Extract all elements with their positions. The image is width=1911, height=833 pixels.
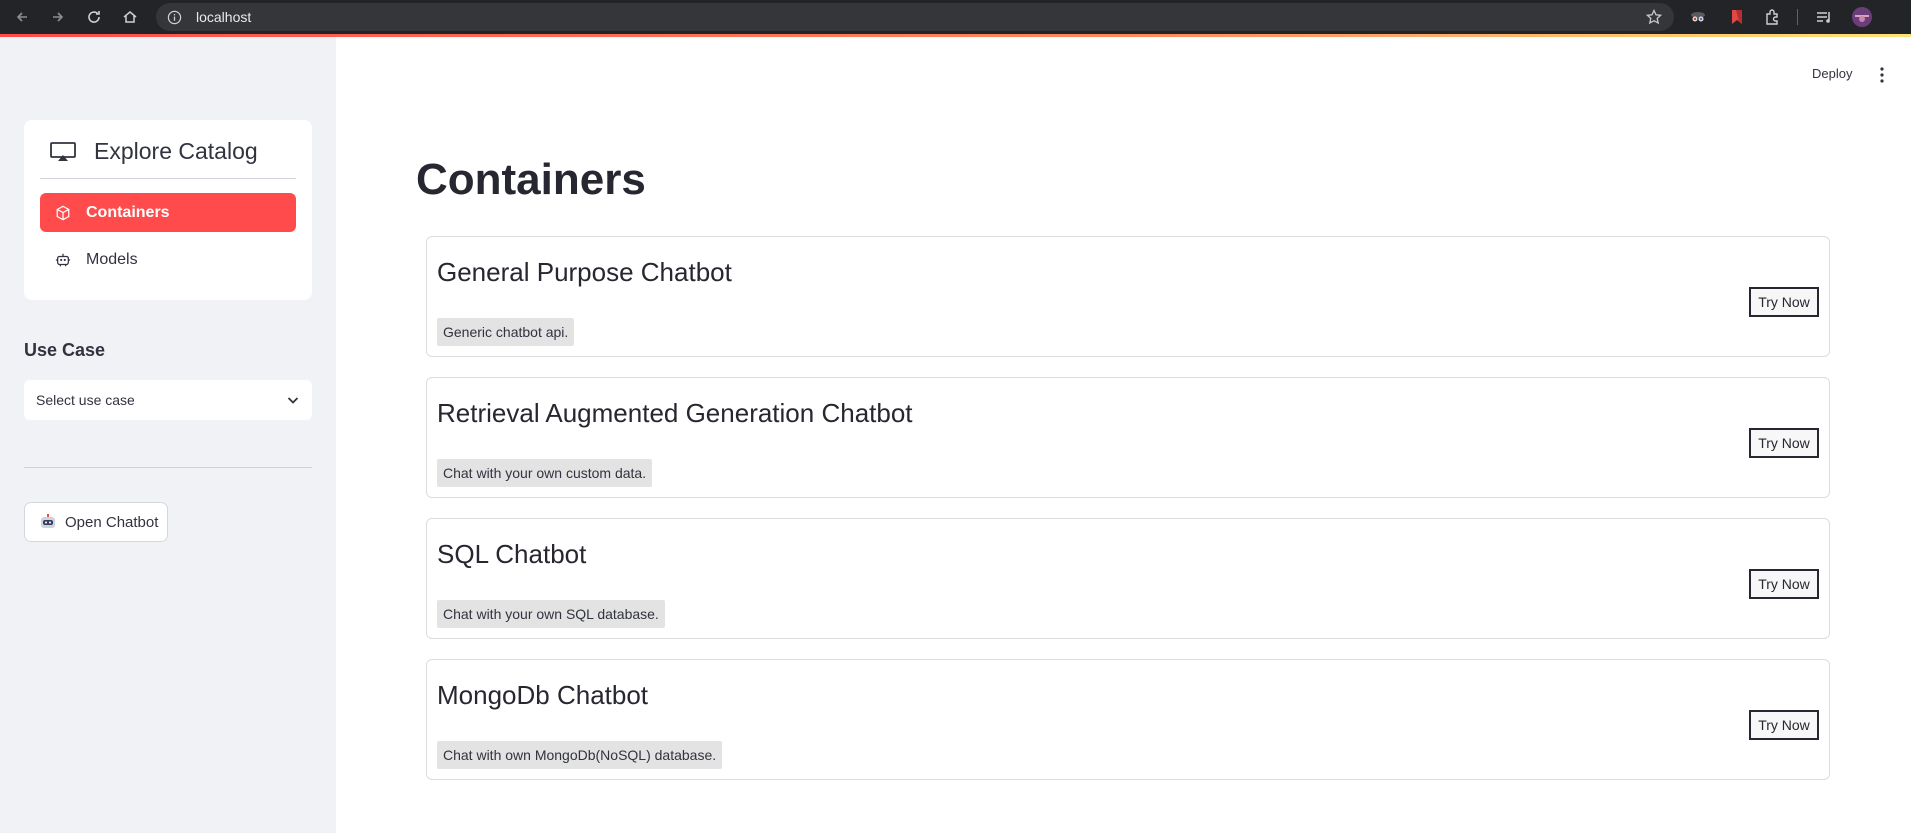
- robot-icon: [54, 251, 72, 269]
- reading-list-icon[interactable]: [1815, 8, 1833, 26]
- more-options-icon[interactable]: [1874, 66, 1890, 84]
- back-arrow-icon[interactable]: [10, 5, 34, 29]
- bookmark-star-icon[interactable]: [1645, 8, 1663, 25]
- card-title: SQL Chatbot: [437, 539, 587, 569]
- address-bar[interactable]: localhost: [156, 3, 1674, 31]
- page-title: Containers: [416, 155, 646, 204]
- container-card: Retrieval Augmented Generation Chatbot C…: [426, 377, 1830, 498]
- catalog-header: Explore Catalog: [50, 138, 258, 165]
- container-card: MongoDb Chatbot Chat with own MongoDb(No…: [426, 659, 1830, 780]
- site-info-icon[interactable]: [166, 9, 182, 25]
- home-icon[interactable]: [118, 5, 142, 29]
- toolbar-divider: [1797, 9, 1798, 25]
- deploy-button[interactable]: Deploy: [1812, 66, 1852, 81]
- sidebar: Explore Catalog Containers Models Use Ca…: [0, 37, 336, 833]
- card-title: General Purpose Chatbot: [437, 257, 732, 287]
- open-chatbot-button[interactable]: Open Chatbot: [24, 502, 168, 542]
- robot-face-icon: [39, 513, 57, 531]
- chevron-down-icon: [287, 397, 299, 404]
- use-case-select[interactable]: Select use case: [24, 380, 312, 420]
- card-title: Retrieval Augmented Generation Chatbot: [437, 398, 913, 428]
- sidebar-divider: [24, 467, 312, 468]
- menu-item-models[interactable]: Models: [40, 240, 296, 279]
- container-card: SQL Chatbot Chat with your own SQL datab…: [426, 518, 1830, 639]
- card-description: Chat with your own custom data.: [437, 459, 653, 487]
- menu-item-label: Models: [86, 250, 138, 268]
- url-text: localhost: [196, 9, 252, 25]
- card-title: MongoDb Chatbot: [437, 680, 649, 710]
- box-icon: [54, 204, 72, 222]
- card-description: Chat with own MongoDb(NoSQL) database.: [437, 741, 723, 769]
- try-now-button[interactable]: Try Now: [1749, 428, 1819, 458]
- extension-spy-icon[interactable]: [1689, 8, 1707, 26]
- try-now-button[interactable]: Try Now: [1749, 710, 1819, 740]
- card-description: Chat with your own SQL database.: [437, 600, 665, 628]
- airplay-icon: [50, 141, 76, 162]
- catalog-divider: [40, 178, 296, 179]
- reload-icon[interactable]: [82, 5, 106, 29]
- try-now-button[interactable]: Try Now: [1749, 287, 1819, 317]
- use-case-placeholder: Select use case: [36, 392, 135, 408]
- try-now-button[interactable]: Try Now: [1749, 569, 1819, 599]
- explore-catalog-menu: Explore Catalog Containers Models: [24, 120, 312, 300]
- profile-avatar[interactable]: [1852, 7, 1872, 27]
- catalog-title: Explore Catalog: [94, 138, 258, 164]
- menu-item-containers[interactable]: Containers: [40, 193, 296, 232]
- menu-item-label: Containers: [86, 203, 170, 221]
- card-description: Generic chatbot api.: [437, 318, 575, 346]
- browser-toolbar: localhost: [0, 0, 1911, 34]
- use-case-label: Use Case: [24, 340, 106, 360]
- extensions-puzzle-icon[interactable]: [1764, 8, 1782, 26]
- extension-bookmark-icon[interactable]: [1728, 8, 1746, 26]
- open-chatbot-label: Open Chatbot: [65, 513, 159, 531]
- forward-arrow-icon[interactable]: [46, 5, 70, 29]
- container-card: General Purpose Chatbot Generic chatbot …: [426, 236, 1830, 357]
